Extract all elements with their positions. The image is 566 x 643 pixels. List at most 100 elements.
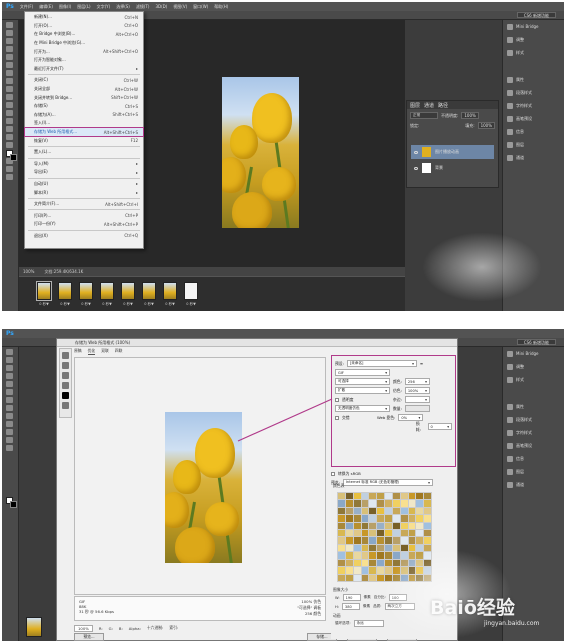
color-swatch[interactable] [353, 537, 361, 544]
frame-thumb[interactable] [163, 282, 177, 300]
color-swatch[interactable] [377, 500, 384, 507]
color-swatch[interactable] [377, 493, 384, 500]
layer-row[interactable]: 图片播放动画 [411, 145, 494, 159]
menu-type[interactable]: 文字(Y) [97, 4, 111, 10]
lasso-tool-icon[interactable] [6, 38, 13, 44]
color-swatch[interactable] [400, 500, 408, 507]
color-swatch[interactable] [392, 544, 400, 552]
loop-select[interactable]: 永远 [353, 620, 384, 627]
color-swatch[interactable] [338, 530, 345, 537]
color-swatch[interactable] [424, 515, 431, 522]
menu-item[interactable]: 打开为智能对象... [25, 56, 143, 65]
frame-delay[interactable]: 0 秒▼ [183, 302, 199, 307]
menu-item[interactable]: 签入(I)... [25, 119, 143, 128]
amount-input[interactable] [404, 405, 430, 412]
shape-tool-icon[interactable] [6, 437, 13, 443]
frame-delay[interactable]: 0 秒▼ [120, 302, 136, 307]
color-swatch[interactable] [353, 552, 361, 559]
color-swatch[interactable] [416, 515, 424, 522]
color-swatch[interactable] [424, 507, 431, 515]
color-swatch[interactable] [416, 500, 424, 507]
move-tool-icon[interactable] [6, 349, 13, 355]
color-swatch[interactable] [400, 493, 408, 500]
colors-select[interactable]: 256 ▾ [404, 378, 430, 385]
panel-styles[interactable]: 样式 [503, 373, 564, 386]
color-swatch[interactable] [338, 500, 345, 507]
color-swatch[interactable] [408, 507, 416, 515]
color-swatch[interactable] [385, 544, 392, 552]
color-swatch[interactable] [369, 552, 377, 559]
frame-thumb[interactable] [58, 282, 72, 300]
color-swatch[interactable] [369, 493, 377, 500]
color-swatch[interactable] [369, 567, 377, 574]
menu-item[interactable]: 自动(U) ▸ [25, 180, 143, 189]
color-swatch[interactable] [392, 530, 400, 537]
marquee-tool-icon[interactable] [6, 357, 13, 363]
color-swatch[interactable] [353, 493, 361, 500]
color-swatch[interactable] [377, 530, 384, 537]
frame-delay[interactable]: 0 秒▼ [141, 302, 157, 307]
panel-paragraph-styles[interactable]: 段落样式 [503, 413, 564, 426]
color-swatch[interactable] [345, 530, 353, 537]
color-swatch[interactable] [369, 530, 377, 537]
color-swatch[interactable] [385, 552, 392, 559]
color-swatch[interactable] [377, 567, 384, 574]
color-swatch[interactable] [416, 522, 424, 530]
menu-help[interactable]: 帮助(H) [214, 4, 228, 10]
color-swatch[interactable] [338, 559, 345, 567]
panel-info[interactable]: 信息 [503, 125, 564, 138]
panel-properties[interactable]: 属性 [503, 400, 564, 413]
panel-brush-presets[interactable]: 画笔预设 [503, 112, 564, 125]
menu-item[interactable]: 打印(P)... Ctrl+P [25, 211, 143, 220]
color-swatch[interactable] [353, 544, 361, 552]
color-swatch[interactable] [400, 537, 408, 544]
opacity-value[interactable]: 100% [461, 112, 479, 119]
blur-tool-icon[interactable] [6, 118, 13, 124]
hand-tool-icon[interactable] [6, 166, 13, 172]
layer-name[interactable]: 背景 [435, 165, 443, 171]
history-brush-tool-icon[interactable] [6, 94, 13, 100]
color-swatch[interactable] [353, 559, 361, 567]
pen-tool-icon[interactable] [6, 421, 13, 427]
lasso-tool-icon[interactable] [6, 365, 13, 371]
panel-channels[interactable]: 通道 [503, 151, 564, 164]
menu-layer[interactable]: 图层(L) [77, 4, 90, 10]
eyedropper-tool-icon[interactable] [6, 381, 13, 387]
color-swatch[interactable] [424, 500, 431, 507]
menu-item[interactable]: 打印一份(Y) Alt+Shift+Ctrl+P [25, 220, 143, 229]
color-swatch[interactable] [385, 559, 392, 567]
color-swatch[interactable] [377, 537, 384, 544]
panel-channels[interactable]: 通道 [503, 478, 564, 491]
color-swatch[interactable] [338, 544, 345, 552]
color-swatch[interactable] [400, 515, 408, 522]
color-swatch[interactable] [338, 574, 345, 581]
color-swatch[interactable] [369, 537, 377, 544]
brush-tool-icon[interactable] [6, 78, 13, 84]
dither-input[interactable]: 100% ▾ [404, 387, 430, 394]
color-swatch[interactable] [345, 574, 353, 581]
color-swatch[interactable] [408, 515, 416, 522]
color-swatch[interactable] [353, 574, 361, 581]
color-swatch[interactable] [338, 552, 345, 559]
color-swatch[interactable] [424, 537, 431, 544]
color-swatch[interactable] [361, 493, 369, 500]
crop-tool-icon[interactable] [6, 373, 13, 379]
preset-select[interactable]: [未命名] ▾ [346, 360, 417, 367]
frame-delay[interactable]: 0 秒▼ [36, 302, 52, 307]
color-swatch[interactable] [416, 530, 424, 537]
color-swatch[interactable] [345, 515, 353, 522]
transparency-checkbox[interactable] [335, 397, 339, 402]
menu-item[interactable]: 关闭并转到 Bridge... Shift+Ctrl+W [25, 93, 143, 102]
menu-item[interactable]: 关闭全部 Alt+Ctrl+W [25, 85, 143, 94]
color-swatch[interactable] [416, 537, 424, 544]
tab-layers[interactable]: 图层 [410, 102, 420, 109]
color-swatch[interactable] [361, 574, 369, 581]
pen-tool-icon[interactable] [6, 134, 13, 140]
menu-select[interactable]: 选择(S) [116, 4, 130, 10]
gradient-tool-icon[interactable] [6, 110, 13, 116]
menu-item[interactable]: 在 Bridge 中浏览(B)... Alt+Ctrl+O [25, 30, 143, 39]
color-swatch[interactable] [369, 574, 377, 581]
visibility-eye-icon[interactable] [414, 166, 418, 170]
frame-delay[interactable]: 0 秒▼ [162, 302, 178, 307]
color-swatch[interactable] [377, 544, 384, 552]
